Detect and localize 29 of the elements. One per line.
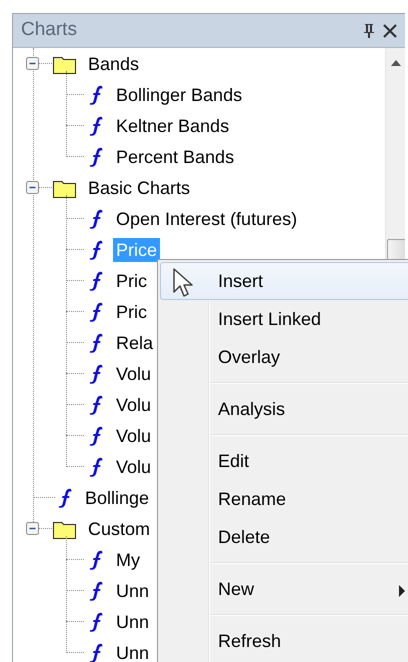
tree-item[interactable]: Pric xyxy=(113,268,150,292)
tree-item[interactable]: Volu xyxy=(113,454,154,478)
menu-item[interactable]: Insert Linked xyxy=(160,300,408,338)
tree-item[interactable]: Volu xyxy=(113,362,154,386)
tree-item[interactable]: Rela xyxy=(113,330,156,354)
menu-item[interactable]: Edit xyxy=(160,442,408,480)
menu-item[interactable]: Rename xyxy=(160,480,408,518)
menu-item[interactable]: New xyxy=(160,570,408,608)
tree-item[interactable]: Volu xyxy=(113,424,154,448)
tree-item[interactable]: Volu xyxy=(113,392,154,416)
tree-item[interactable]: Bollinger Bands xyxy=(113,82,246,106)
tree-item[interactable]: Percent Bands xyxy=(113,144,238,168)
menu-item[interactable]: Insert xyxy=(160,262,408,300)
menu-item[interactable]: Analysis xyxy=(160,390,408,428)
tree-item[interactable]: My xyxy=(113,548,143,572)
tree-item[interactable]: Bands xyxy=(85,52,142,76)
tree-item[interactable]: Unn xyxy=(113,610,152,634)
tree-item[interactable]: Open Interest (futures) xyxy=(113,206,300,230)
menu-item[interactable]: Refresh xyxy=(160,622,408,660)
tree-item[interactable]: Unn xyxy=(113,640,152,662)
tree-item[interactable]: Bollinge xyxy=(82,486,152,510)
tree-item[interactable]: Basic Charts xyxy=(85,176,194,200)
tree-item[interactable]: Keltner Bands xyxy=(113,114,232,138)
tree-item[interactable]: Custom xyxy=(85,516,154,540)
tree-item[interactable]: Pric xyxy=(113,300,150,324)
menu-item[interactable]: Delete xyxy=(160,518,408,556)
menu-item[interactable]: Overlay xyxy=(160,338,408,376)
panel-title: Charts xyxy=(21,18,77,42)
tree-item[interactable]: Unn xyxy=(113,578,152,602)
